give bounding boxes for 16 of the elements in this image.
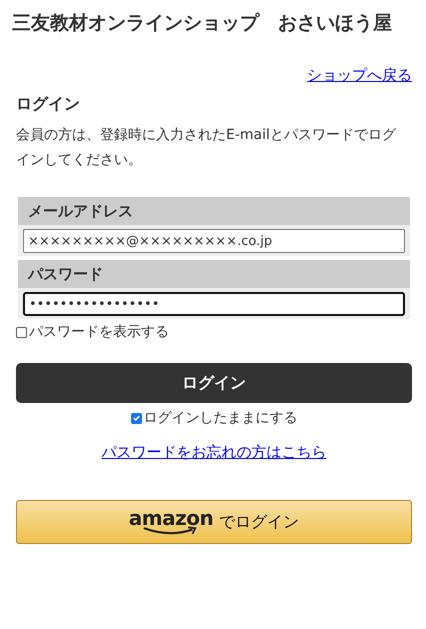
login-button[interactable]: ログイン [16, 363, 412, 403]
site-title: 三友教材オンラインショップ おさいほう屋 [12, 11, 393, 36]
amazon-logo: amazon [128, 508, 214, 528]
instruction-text: 会員の方は、登録時に入力されたE-mailとパスワードでログインしてください。 [16, 126, 398, 170]
checkbox-label[interactable]: パスワードを表示する [29, 323, 169, 341]
checkbox[interactable] [16, 326, 27, 338]
forgot-password-link[interactable]: パスワードをお忘れの方はこちら [102, 443, 326, 462]
amazon-login-button[interactable]: amazon でログイン [16, 500, 412, 544]
checkbox[interactable] [130, 412, 142, 424]
field-label: メールアドレス [18, 197, 410, 225]
field-label: パスワード [18, 260, 410, 288]
back-link[interactable]: ショップへ戻る [307, 66, 412, 85]
input-field[interactable]: ×××××××××@×××××××××.co.jp [23, 229, 405, 253]
section-heading: ログイン [16, 93, 81, 115]
input-field[interactable]: ••••••••••••••••• [23, 292, 405, 316]
checkbox-label[interactable]: ログインしたままにする [144, 409, 298, 427]
